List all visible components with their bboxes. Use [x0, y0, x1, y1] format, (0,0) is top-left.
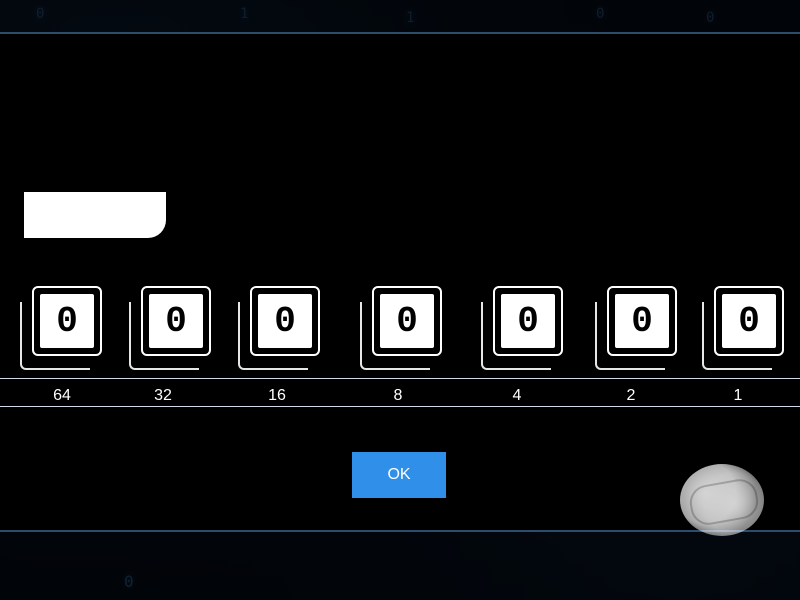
place-value-label: 1 — [733, 387, 743, 404]
bit-64-button[interactable]: 0 — [20, 286, 102, 370]
bit-2-button[interactable]: 0 — [595, 286, 677, 370]
place-value-label: 4 — [512, 387, 522, 404]
bit-1-button[interactable]: 0 — [702, 286, 784, 370]
ok-button[interactable]: OK — [352, 452, 446, 498]
seal-icon — [680, 464, 764, 536]
bit-switch-row: 0 0 0 0 0 0 0 — [0, 286, 800, 370]
bit-value: 0 — [256, 292, 314, 350]
place-value-label: 8 — [393, 387, 403, 404]
bit-8-button[interactable]: 0 — [360, 286, 442, 370]
scribble-overlay-bottom — [0, 532, 800, 600]
binary-dialog: 0 0 0 0 0 0 0 64 32 16 8 4 2 1 OK — [0, 32, 800, 536]
place-value-label: 32 — [154, 387, 172, 404]
bit-16-button[interactable]: 0 — [238, 286, 320, 370]
bit-value: 0 — [378, 292, 436, 350]
place-value-label: 2 — [626, 387, 636, 404]
place-value-row: 64 32 16 8 4 2 1 — [0, 378, 800, 418]
place-value-label: 64 — [53, 387, 71, 404]
white-label-shape — [24, 192, 166, 238]
bit-4-button[interactable]: 0 — [481, 286, 563, 370]
bit-value: 0 — [38, 292, 96, 350]
divider-bottom — [0, 406, 800, 407]
scribble-overlay-top — [0, 0, 800, 32]
bit-value: 0 — [613, 292, 671, 350]
place-value-label: 16 — [268, 387, 286, 404]
bit-32-button[interactable]: 0 — [129, 286, 211, 370]
bit-value: 0 — [147, 292, 205, 350]
bit-value: 0 — [720, 292, 778, 350]
bit-value: 0 — [499, 292, 557, 350]
